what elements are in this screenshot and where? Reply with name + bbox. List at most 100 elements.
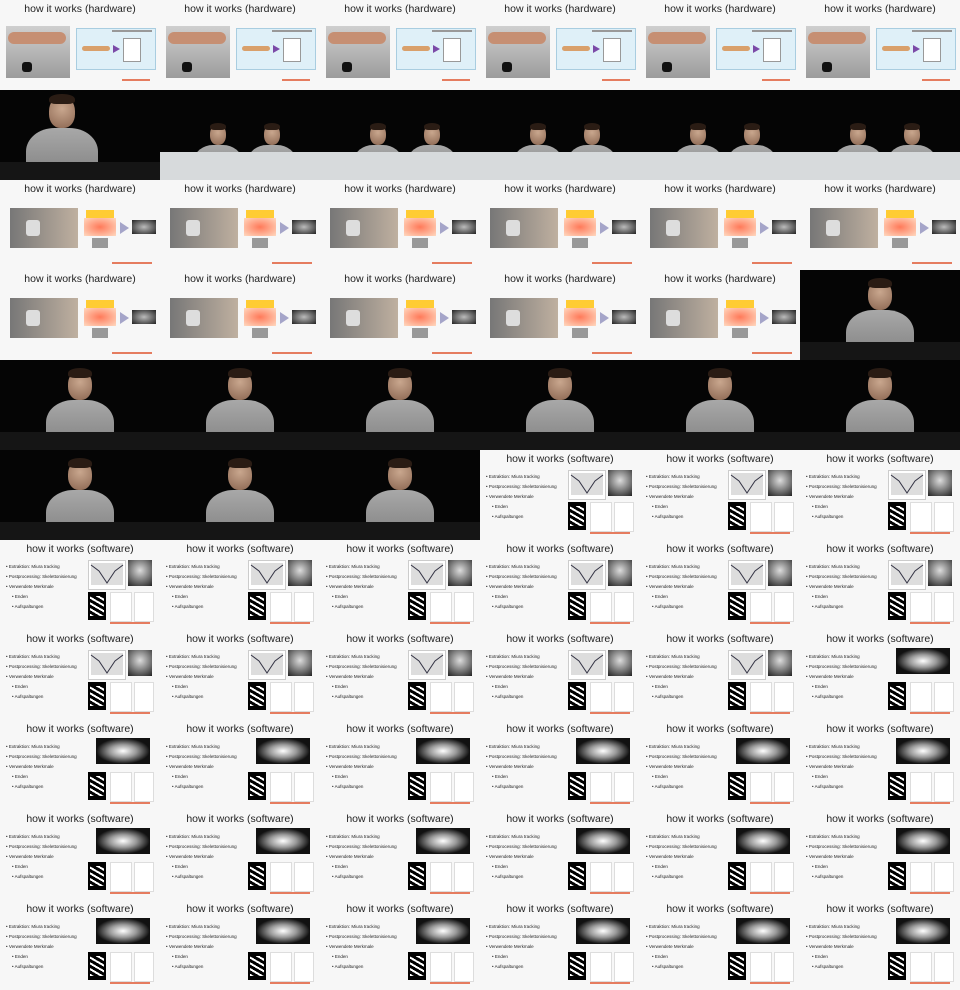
bullet-item: • Extraktion: Miura tracking (486, 834, 540, 839)
slide-footer-link (430, 622, 470, 624)
frame-58: how it works (software) • Extraktion: Miu… (480, 810, 640, 900)
feature-plot (454, 772, 474, 802)
vein-image (448, 650, 472, 676)
feature-plot (110, 952, 132, 982)
person-hair (263, 122, 281, 130)
feature-plot (614, 772, 634, 802)
hardware-arrow (113, 45, 120, 53)
slide-title: how it works (hardware) (24, 183, 136, 195)
feature-plot (294, 952, 314, 982)
bullet-item: • Enden (812, 504, 828, 509)
frame-29 (640, 360, 800, 450)
bullet-item: • Extraktion: Miura tracking (806, 834, 860, 839)
hardware-glow (84, 308, 116, 326)
hardware-img (772, 220, 796, 234)
frame-55: how it works (software) • Extraktion: Miu… (0, 810, 160, 900)
hardware-red (122, 79, 150, 81)
bullet-item: • Enden (172, 684, 188, 689)
hardware-dev (346, 220, 360, 236)
slide-title: how it works (software) (826, 903, 934, 915)
slide-title: how it works (software) (186, 543, 294, 555)
vein-image-wide (896, 918, 950, 944)
person-hair (868, 278, 892, 288)
hardware-led (86, 210, 114, 218)
desk (480, 152, 640, 180)
slide-title: how it works (software) (346, 903, 454, 915)
profile-chart (88, 650, 126, 680)
hardware-hand (8, 32, 66, 44)
bullet-list: • Extraktion: Miura tracking • Postproces… (166, 742, 252, 792)
bullet-item: • Enden (652, 954, 668, 959)
bullet-item: • Postprocessing: Skelettonisierung (326, 754, 397, 759)
slide-title: how it works (software) (506, 453, 614, 465)
frame-51: how it works (software) • Extraktion: Miu… (320, 720, 480, 810)
frame-54: how it works (software) • Extraktion: Miu… (800, 720, 960, 810)
profile-chart (248, 560, 286, 590)
frame-7 (0, 90, 160, 180)
bullet-item: • Verwendete Merkmale (646, 584, 694, 589)
hardware-glow (564, 218, 596, 236)
bullet-list: • Extraktion: Miura tracking • Postproces… (166, 832, 252, 882)
hardware-dev (666, 220, 680, 236)
bullet-item: • Extraktion: Miura tracking (646, 924, 700, 929)
hardware-arrow (760, 312, 769, 324)
skeleton-image (568, 682, 586, 710)
feature-plot (910, 952, 932, 982)
hardware-red (272, 262, 312, 264)
frame-44: how it works (software) • Extraktion: Miu… (160, 630, 320, 720)
bullet-item: • Enden (332, 864, 348, 869)
frame-50: how it works (software) • Extraktion: Miu… (160, 720, 320, 810)
bullet-item: • Aufspaltungen (172, 784, 204, 789)
hardware-cam (92, 328, 108, 338)
hardware-cam (572, 238, 588, 248)
frame-45: how it works (software) • Extraktion: Miu… (320, 630, 480, 720)
bullet-list: • Extraktion: Miura tracking • Postproces… (6, 742, 92, 792)
bullet-item: • Aufspaltungen (12, 604, 44, 609)
slide-footer-link (590, 622, 630, 624)
frame-64: how it works (software) • Extraktion: Miu… (480, 900, 640, 990)
slide-footer-link (750, 622, 790, 624)
bullet-item: • Verwendete Merkmale (326, 674, 374, 679)
bullet-item: • Extraktion: Miura tracking (326, 834, 380, 839)
vein-image-wide (736, 918, 790, 944)
person-hair (68, 458, 92, 468)
person-hair (68, 368, 92, 378)
feature-plot (910, 682, 932, 712)
bullet-item: • Extraktion: Miura tracking (6, 924, 60, 929)
bullet-item: • Enden (12, 864, 28, 869)
bullet-item: • Verwendete Merkmale (806, 764, 854, 769)
bullet-item: • Postprocessing: Skelettonisierung (486, 484, 557, 489)
person-hair (49, 93, 75, 105)
vein-image (928, 470, 952, 496)
bullet-item: • Verwendete Merkmale (6, 674, 54, 679)
hardware-glow (404, 308, 436, 326)
bullet-list: • Extraktion: Miura tracking • Postproces… (166, 922, 252, 972)
person-hair (849, 122, 867, 130)
frame-13: how it works (hardware) (0, 180, 160, 270)
bullet-item: • Enden (812, 684, 828, 689)
bullet-item: • Extraktion: Miura tracking (646, 474, 700, 479)
bullet-item: • Verwendete Merkmale (646, 764, 694, 769)
bullet-item: • Aufspaltungen (652, 694, 684, 699)
slide-title: how it works (software) (826, 813, 934, 825)
hardware-led (566, 210, 594, 218)
bullet-item: • Postprocessing: Skelettonisierung (646, 844, 717, 849)
bullet-item: • Extraktion: Miura tracking (646, 744, 700, 749)
bullet-item: • Postprocessing: Skelettonisierung (326, 574, 397, 579)
bullet-item: • Extraktion: Miura tracking (486, 564, 540, 569)
hardware-box (283, 38, 301, 62)
skeleton-image (888, 772, 906, 800)
vein-image-wide (736, 738, 790, 764)
feature-plot (910, 592, 932, 622)
bullet-item: • Enden (12, 954, 28, 959)
slide-title: how it works (software) (26, 723, 134, 735)
bullet-item: • Enden (332, 594, 348, 599)
hardware-img (612, 220, 636, 234)
feature-plot (110, 862, 132, 892)
bullet-list: • Extraktion: Miura tracking • Postproces… (646, 922, 732, 972)
bullet-item: • Postprocessing: Skelettonisierung (326, 844, 397, 849)
frame-21: how it works (hardware) (320, 270, 480, 360)
bullet-item: • Postprocessing: Skelettonisierung (486, 754, 557, 759)
hardware-sensor (502, 62, 512, 72)
hardware-glow (724, 308, 756, 326)
